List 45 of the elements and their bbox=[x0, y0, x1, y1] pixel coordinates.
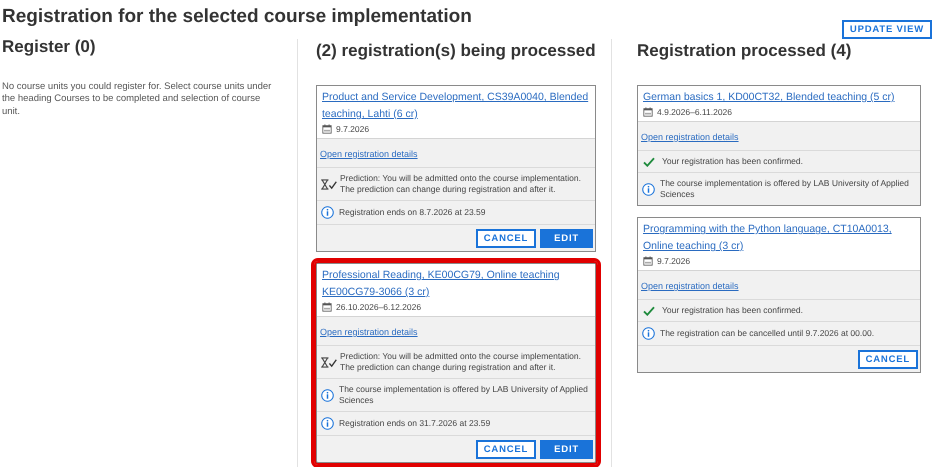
hourglass-check-icon bbox=[320, 178, 337, 190]
date-range: 9.7.2026 bbox=[657, 256, 690, 266]
note-text: The registration can be cancelled until 9.7.2026 at 00.00. bbox=[660, 328, 874, 340]
details-link[interactable]: Open registration details bbox=[320, 327, 418, 338]
column-heading: (2) registration(s) being processed bbox=[316, 41, 596, 61]
checkmark-icon bbox=[643, 156, 655, 167]
date-range: 9.7.2026 bbox=[336, 124, 370, 134]
note-text: The course implementation is offered by LAB University of Applied Sciences bbox=[339, 384, 589, 406]
page-title: Registration for the selected course implementation bbox=[2, 6, 472, 28]
hourglass-check-icon bbox=[320, 356, 337, 368]
edit-button[interactable]: EDIT bbox=[540, 229, 593, 248]
note-text: The course implementation is offered by LAB University of Applied Sciences bbox=[660, 178, 910, 200]
course-link[interactable]: Product and Service Development, CS39A0040, Blended teaching, Lahti (6 cr) bbox=[322, 89, 590, 123]
details-link[interactable]: Open registration details bbox=[641, 281, 739, 292]
empty-message: No course units you could register for. Select course units under the heading Courses to be completed and selection of course unit. bbox=[2, 81, 272, 118]
course-link[interactable]: Programming with the Python language, CT10A0013, Online teaching (3 cr) bbox=[643, 221, 915, 256]
column-heading: Registration processed (4) bbox=[637, 41, 852, 61]
course-link[interactable]: German basics 1, KD00CT32, Blended teaching (5 cr) bbox=[643, 89, 915, 106]
calendar-icon bbox=[643, 107, 653, 117]
calendar-icon bbox=[322, 124, 332, 134]
info-icon bbox=[642, 182, 655, 196]
date-range: 4.9.2026–6.11.2026 bbox=[657, 107, 732, 117]
note-text: Your registration has been confirmed. bbox=[662, 156, 803, 168]
details-link[interactable]: Open registration details bbox=[641, 132, 739, 142]
note-text: Registration ends on 8.7.2026 at 23.59 bbox=[339, 207, 486, 218]
info-icon bbox=[321, 417, 334, 430]
cancel-button[interactable]: CANCEL bbox=[476, 229, 536, 248]
note-text: Prediction: You will be admitted onto the course implementation. The prediction can change during registration and after it. bbox=[340, 351, 582, 374]
note-text: Your registration has been confirmed. bbox=[662, 305, 803, 316]
calendar-icon bbox=[322, 302, 332, 312]
edit-button[interactable]: EDIT bbox=[540, 440, 593, 460]
date-range: 26.10.2026–6.12.2026 bbox=[336, 302, 422, 312]
course-link[interactable]: Professional Reading, KE00CG79, Online teaching KE00CG79-3066 (3 cr) bbox=[322, 267, 590, 302]
info-icon bbox=[321, 388, 334, 402]
note-text: Prediction: You will be admitted onto the course implementation. The prediction can change during registration and after it. bbox=[340, 173, 582, 196]
note-text: Registration ends on 31.7.2026 at 23.59 bbox=[339, 418, 490, 430]
update-view-button[interactable]: UPDATE VIEW bbox=[842, 20, 932, 39]
info-icon bbox=[321, 206, 334, 220]
calendar-icon bbox=[643, 256, 653, 266]
cancel-button[interactable]: CANCEL bbox=[476, 440, 536, 460]
info-icon bbox=[642, 327, 655, 340]
column-heading: Register (0) bbox=[2, 37, 97, 57]
details-link[interactable]: Open registration details bbox=[320, 149, 418, 159]
cancel-button[interactable]: CANCEL bbox=[858, 350, 918, 370]
checkmark-icon bbox=[643, 306, 655, 316]
